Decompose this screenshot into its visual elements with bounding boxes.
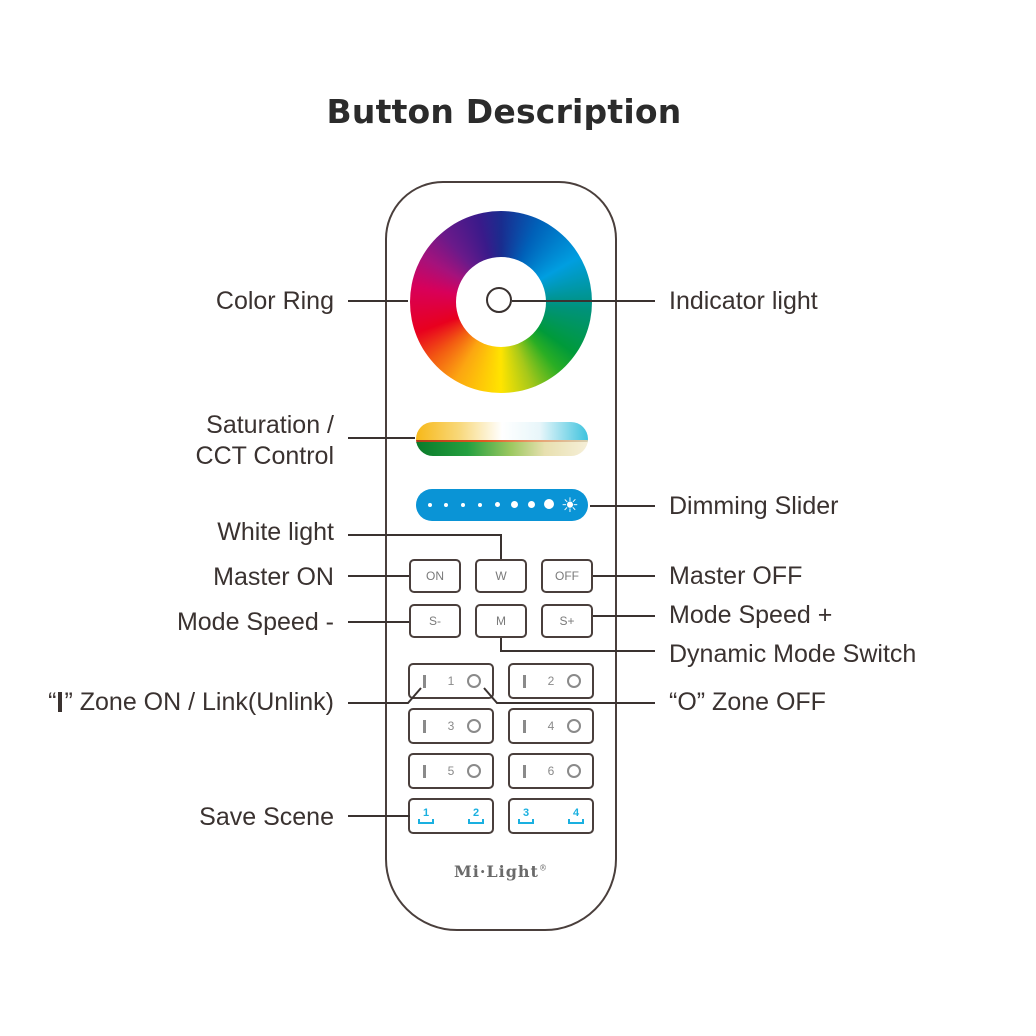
quote-close: ” <box>64 688 73 716</box>
label-white-light: White light <box>217 518 334 546</box>
label-dimming-slider: Dimming Slider <box>669 492 839 520</box>
leader-zone-off <box>483 687 655 704</box>
label-saturation-line2: CCT Control <box>195 442 334 470</box>
label-mode-speed-plus: Mode Speed + <box>669 601 833 629</box>
leader-white-light <box>348 534 502 559</box>
label-master-off: Master OFF <box>669 562 803 590</box>
label-master-on: Master ON <box>213 563 334 591</box>
zone-on-bar-icon <box>58 692 63 712</box>
label-dynamic-mode-switch: Dynamic Mode Switch <box>669 640 917 668</box>
leader-mode-switch <box>500 638 655 652</box>
label-zone-on: “” Zone ON / Link(Unlink) <box>48 687 334 717</box>
label-color-ring: Color Ring <box>215 287 334 315</box>
label-saturation-line1: Saturation / <box>206 411 334 439</box>
quote-open: “ <box>48 688 57 716</box>
leader-zone-on <box>348 687 422 704</box>
label-zone-off: “O” Zone OFF <box>669 688 826 716</box>
label-zone-on-text: Zone ON / Link(Unlink) <box>79 688 334 716</box>
label-mode-speed-minus: Mode Speed - <box>176 608 334 636</box>
label-indicator-light: Indicator light <box>669 287 818 315</box>
leader-lines <box>348 300 655 817</box>
label-save-scene: Save Scene <box>199 803 334 831</box>
